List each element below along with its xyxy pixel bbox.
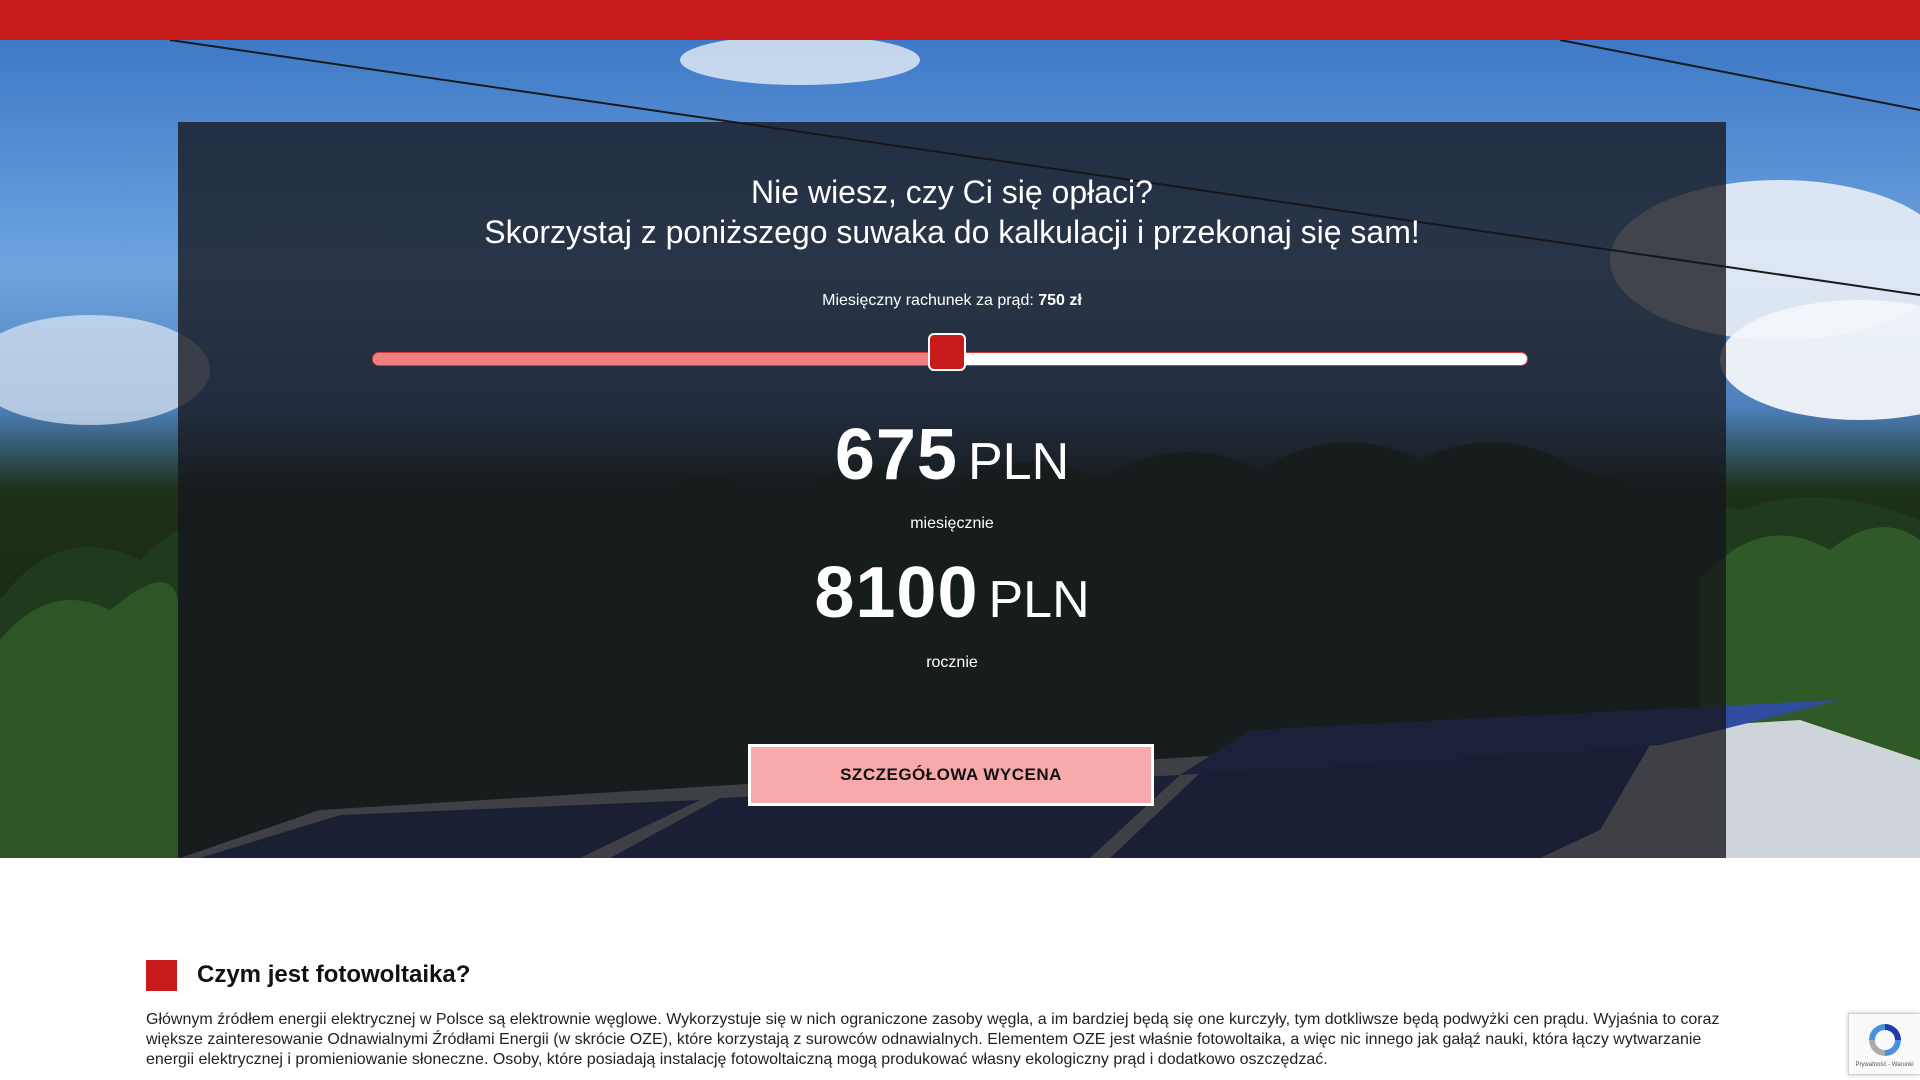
slider-label-text: Miesięczny rachunek za prąd:	[822, 292, 1034, 309]
yearly-amount-currency: PLN	[988, 571, 1090, 629]
yearly-amount-value: 8100	[814, 553, 979, 633]
yearly-label: rocznie	[926, 654, 978, 671]
recaptcha-text[interactable]: Prywatność - Warunki	[1849, 1062, 1920, 1068]
section-marker-icon	[146, 959, 177, 991]
section-header: Czym jest fotowoltaika?	[146, 958, 1746, 992]
recaptcha-icon	[1868, 1024, 1901, 1056]
detailed-quote-button[interactable]: SZCZEGÓŁOWA WYCENA	[748, 744, 1154, 806]
slider-fill	[373, 353, 947, 365]
bill-slider[interactable]	[372, 333, 1528, 371]
monthly-amount: 675 PLN	[178, 414, 1726, 496]
slider-label: Miesięczny rachunek za prąd: 750 zł	[178, 292, 1726, 310]
section-text: Głównym źródłem energii elektrycznej w P…	[146, 1011, 1720, 1068]
photovoltaics-section: Czym jest fotowoltaika? Głównym źródłem …	[146, 958, 1746, 1070]
calculator-panel: Nie wiesz, czy Ci się opłaci? Skorzystaj…	[178, 122, 1726, 858]
monthly-label: miesięcznie	[910, 515, 994, 532]
monthly-amount-value: 675	[834, 415, 958, 495]
hero-section: Nie wiesz, czy Ci się opłaci? Skorzystaj…	[0, 40, 1920, 858]
recaptcha-badge[interactable]: Prywatność - Warunki	[1848, 1013, 1920, 1075]
panel-title-line-2: Skorzystaj z poniższego suwaka do kalkul…	[484, 214, 1420, 250]
monthly-amount-currency: PLN	[967, 433, 1070, 491]
yearly-amount: 8100 PLN	[178, 552, 1726, 634]
slider-thumb[interactable]	[927, 333, 966, 371]
slider-value: 750 zł	[1038, 292, 1082, 309]
top-bar	[0, 0, 1920, 40]
panel-title-line-1: Nie wiesz, czy Ci się opłaci?	[751, 174, 1153, 210]
section-title: Czym jest fotowoltaika?	[197, 961, 471, 988]
panel-title: Nie wiesz, czy Ci się opłaci? Skorzystaj…	[178, 172, 1726, 252]
